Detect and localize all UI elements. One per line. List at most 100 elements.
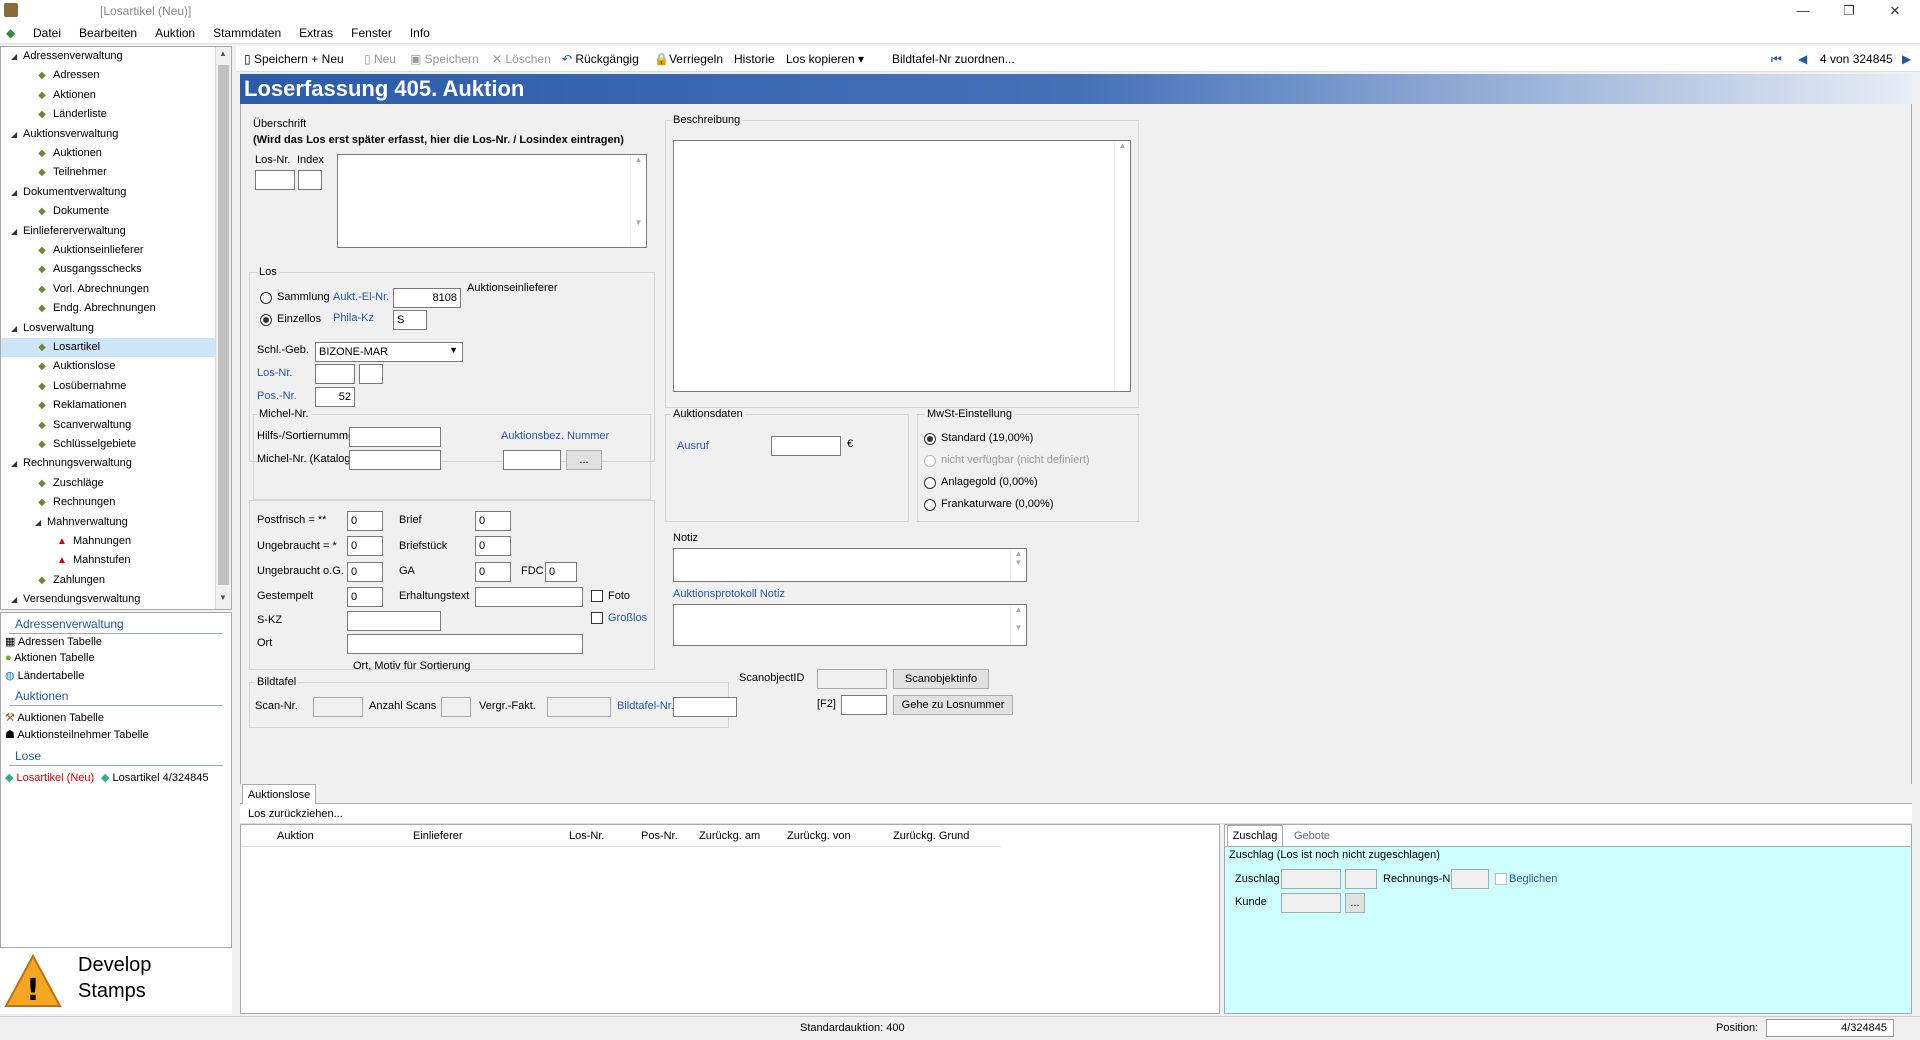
gestempelt-input[interactable]: 0	[347, 587, 383, 607]
los-nr-input[interactable]	[255, 170, 295, 190]
beschreibung-textarea[interactable]: ▲	[673, 140, 1131, 392]
col-zurueckg-grund[interactable]: Zurückg. Grund	[893, 830, 969, 842]
tab-gebote[interactable]: Gebote	[1287, 827, 1337, 846]
aukt-el-nr-link[interactable]: Aukt.-El-Nr.	[333, 291, 389, 303]
tab-zuschlag[interactable]: Zuschlag	[1227, 825, 1283, 846]
anzahl-scans-input[interactable]	[441, 697, 471, 717]
tree-item-losverwaltung[interactable]: ◢ Losverwaltung	[1, 319, 215, 338]
expand-icon[interactable]: ◢	[11, 319, 23, 338]
tree-item-versendungsverwaltung[interactable]: ◢ Versendungsverwaltung	[1, 590, 215, 609]
tree-item-mahnungen[interactable]: ▲ Mahnungen	[1, 532, 215, 551]
tree-item-endg-abrechnungen[interactable]: ◆ Endg. Abrechnungen	[1, 299, 215, 318]
tree-item-losübernahme[interactable]: ◆ Losübernahme	[1, 377, 215, 396]
auktionsprotokoll-notiz-textarea[interactable]: ▲ ▼	[673, 604, 1027, 646]
tree-item-adressenverwaltung[interactable]: ◢ Adressenverwaltung	[1, 47, 215, 66]
minimize-button[interactable]: —	[1780, 0, 1826, 22]
maximize-button[interactable]: ❐	[1826, 0, 1872, 22]
tree-item-länderliste[interactable]: ◆ Länderliste	[1, 105, 215, 124]
first-record-icon[interactable]: ⏮	[1771, 52, 1782, 67]
save-new-button[interactable]: ▯ Speichern + Neu	[244, 52, 344, 66]
shortcut-auktionsteilnehmer-tabelle[interactable]: ☗ Auktionsteilnehmer Tabelle	[5, 728, 149, 741]
tree-item-reklamationen[interactable]: ◆ Reklamationen	[1, 396, 215, 415]
fdc-input[interactable]: 0	[545, 562, 577, 582]
shortcut-losartikel-neu[interactable]: ◆ Losartikel (Neu)	[5, 771, 94, 784]
expand-icon[interactable]: ◢	[11, 183, 23, 202]
app-menu-icon[interactable]: ◆	[6, 26, 15, 40]
ausruf-link[interactable]: Ausruf	[677, 440, 709, 452]
briefstueck-input[interactable]: 0	[475, 536, 511, 556]
ungebraucht-og-input[interactable]: 0	[347, 562, 383, 582]
tree-item-auktionsverwaltung[interactable]: ◢ Auktionsverwaltung	[1, 125, 215, 144]
expand-icon[interactable]: ◢	[11, 222, 23, 241]
tree-item-auktionslose[interactable]: ◆ Auktionslose	[1, 357, 215, 376]
expand-icon[interactable]: ◢	[35, 513, 47, 532]
kunde-browse-button[interactable]: ...	[1345, 893, 1365, 913]
expand-icon[interactable]: ◢	[11, 454, 23, 473]
col-zurueckg-am[interactable]: Zurückg. am	[699, 830, 760, 842]
tree-item-scanverwaltung[interactable]: ◆ Scanverwaltung	[1, 416, 215, 435]
mwst-standard-radio[interactable]	[924, 433, 936, 445]
scanobjektinfo-button[interactable]: Scanobjektinfo	[893, 669, 989, 689]
save-button[interactable]: ▣ Speichern	[410, 52, 479, 66]
phila-kz-input[interactable]: S	[393, 310, 427, 330]
vergr-input[interactable]	[547, 697, 611, 717]
prev-record-icon[interactable]: ◀	[1798, 52, 1807, 66]
expand-icon[interactable]: ◢	[11, 590, 23, 609]
pos-nr-link[interactable]: Pos.-Nr.	[257, 390, 297, 402]
mwst-frankatur-radio[interactable]	[924, 499, 936, 511]
phila-kz-link[interactable]: Phila-Kz	[333, 312, 374, 324]
next-record-icon[interactable]: ▶	[1902, 52, 1911, 66]
schl-geb-select[interactable]: BIZONE-MAR ▼	[315, 342, 463, 362]
beglichen-link[interactable]: Beglichen	[1509, 873, 1557, 885]
expand-icon[interactable]: ◢	[11, 125, 23, 144]
menu-fenster[interactable]: Fenster	[342, 22, 401, 44]
index-input[interactable]	[298, 170, 322, 190]
rechnungs-nr-input[interactable]	[1451, 869, 1489, 889]
shortcut-adressen-tabelle[interactable]: ▦ Adressen Tabelle	[5, 635, 102, 648]
pos-nr-input[interactable]: 52	[315, 387, 355, 407]
menu-extras[interactable]: Extras	[290, 22, 342, 44]
tree-item-teilnehmer[interactable]: ◆ Teilnehmer	[1, 163, 215, 182]
tree-item-auktionseinlieferer[interactable]: ◆ Auktionseinlieferer	[1, 241, 215, 260]
tree-item-adressen[interactable]: ◆ Adressen	[1, 66, 215, 85]
tree-item-aktionen[interactable]: ◆ Aktionen	[1, 86, 215, 105]
shortcut-laendertabelle[interactable]: ◍ Ländertabelle	[5, 669, 84, 682]
ga-input[interactable]: 0	[475, 562, 511, 582]
ungebraucht-input[interactable]: 0	[347, 536, 383, 556]
expand-icon[interactable]: ◢	[11, 47, 23, 66]
tree-item-dokumentverwaltung[interactable]: ◢ Dokumentverwaltung	[1, 183, 215, 202]
sammlung-radio[interactable]	[260, 292, 272, 304]
auktionsbez-link[interactable]: Auktionsbez. Nummer	[501, 430, 609, 442]
grosslos-checkbox[interactable]	[591, 612, 603, 624]
los-nr-link[interactable]: Los-Nr.	[257, 367, 292, 379]
goto-losnummer-button[interactable]: Gehe zu Losnummer	[893, 695, 1013, 715]
assign-picture-number-button[interactable]: Bildtafel-Nr zuordnen...	[892, 52, 1015, 66]
copy-lot-dropdown[interactable]: Los kopieren ▾	[786, 52, 864, 66]
foto-checkbox[interactable]	[591, 590, 603, 602]
menu-auktion[interactable]: Auktion	[146, 22, 204, 44]
col-einlieferer[interactable]: Einlieferer	[413, 830, 463, 842]
beglichen-checkbox[interactable]	[1495, 873, 1507, 885]
tree-item-ausgangsschecks[interactable]: ◆ Ausgangsschecks	[1, 260, 215, 279]
tree-item-einliefererverwaltung[interactable]: ◢ Einliefererverwaltung	[1, 222, 215, 241]
goto-losnummer-input[interactable]	[841, 695, 887, 715]
tree-item-zuschläge[interactable]: ◆ Zuschläge	[1, 474, 215, 493]
auktionsprotokoll-notiz-link[interactable]: Auktionsprotokoll Notiz	[673, 588, 785, 600]
lock-button[interactable]: 🔒Verriegeln	[654, 52, 723, 66]
tree-item-mahnverwaltung[interactable]: ◢ Mahnverwaltung	[1, 513, 215, 532]
los-nr2-input[interactable]	[315, 364, 355, 384]
shortcut-auktionen-tabelle[interactable]: ⚒ Auktionen Tabelle	[5, 711, 104, 724]
col-pos-nr[interactable]: Pos-Nr.	[641, 830, 678, 842]
shortcut-losartikel-record[interactable]: ◆ Losartikel 4/324845	[101, 771, 209, 784]
tree-item-zahlungen[interactable]: ◆ Zahlungen	[1, 571, 215, 590]
zuschlag-input[interactable]	[1281, 869, 1341, 889]
shortcut-aktionen-tabelle[interactable]: ● Aktionen Tabelle	[5, 652, 95, 664]
bildtafel-nr-input[interactable]	[673, 697, 737, 717]
notiz-textarea[interactable]: ▲ ▼	[673, 548, 1027, 582]
new-button[interactable]: ▯ Neu	[364, 52, 396, 66]
brief-input[interactable]: 0	[475, 511, 511, 531]
scanobjectid-input[interactable]	[817, 669, 887, 689]
los-zurueckziehen-button[interactable]: Los zurückziehen...	[248, 808, 343, 820]
tree-scrollbar[interactable]: ▲ ▼	[215, 47, 231, 609]
menu-stammdaten[interactable]: Stammdaten	[204, 22, 290, 44]
